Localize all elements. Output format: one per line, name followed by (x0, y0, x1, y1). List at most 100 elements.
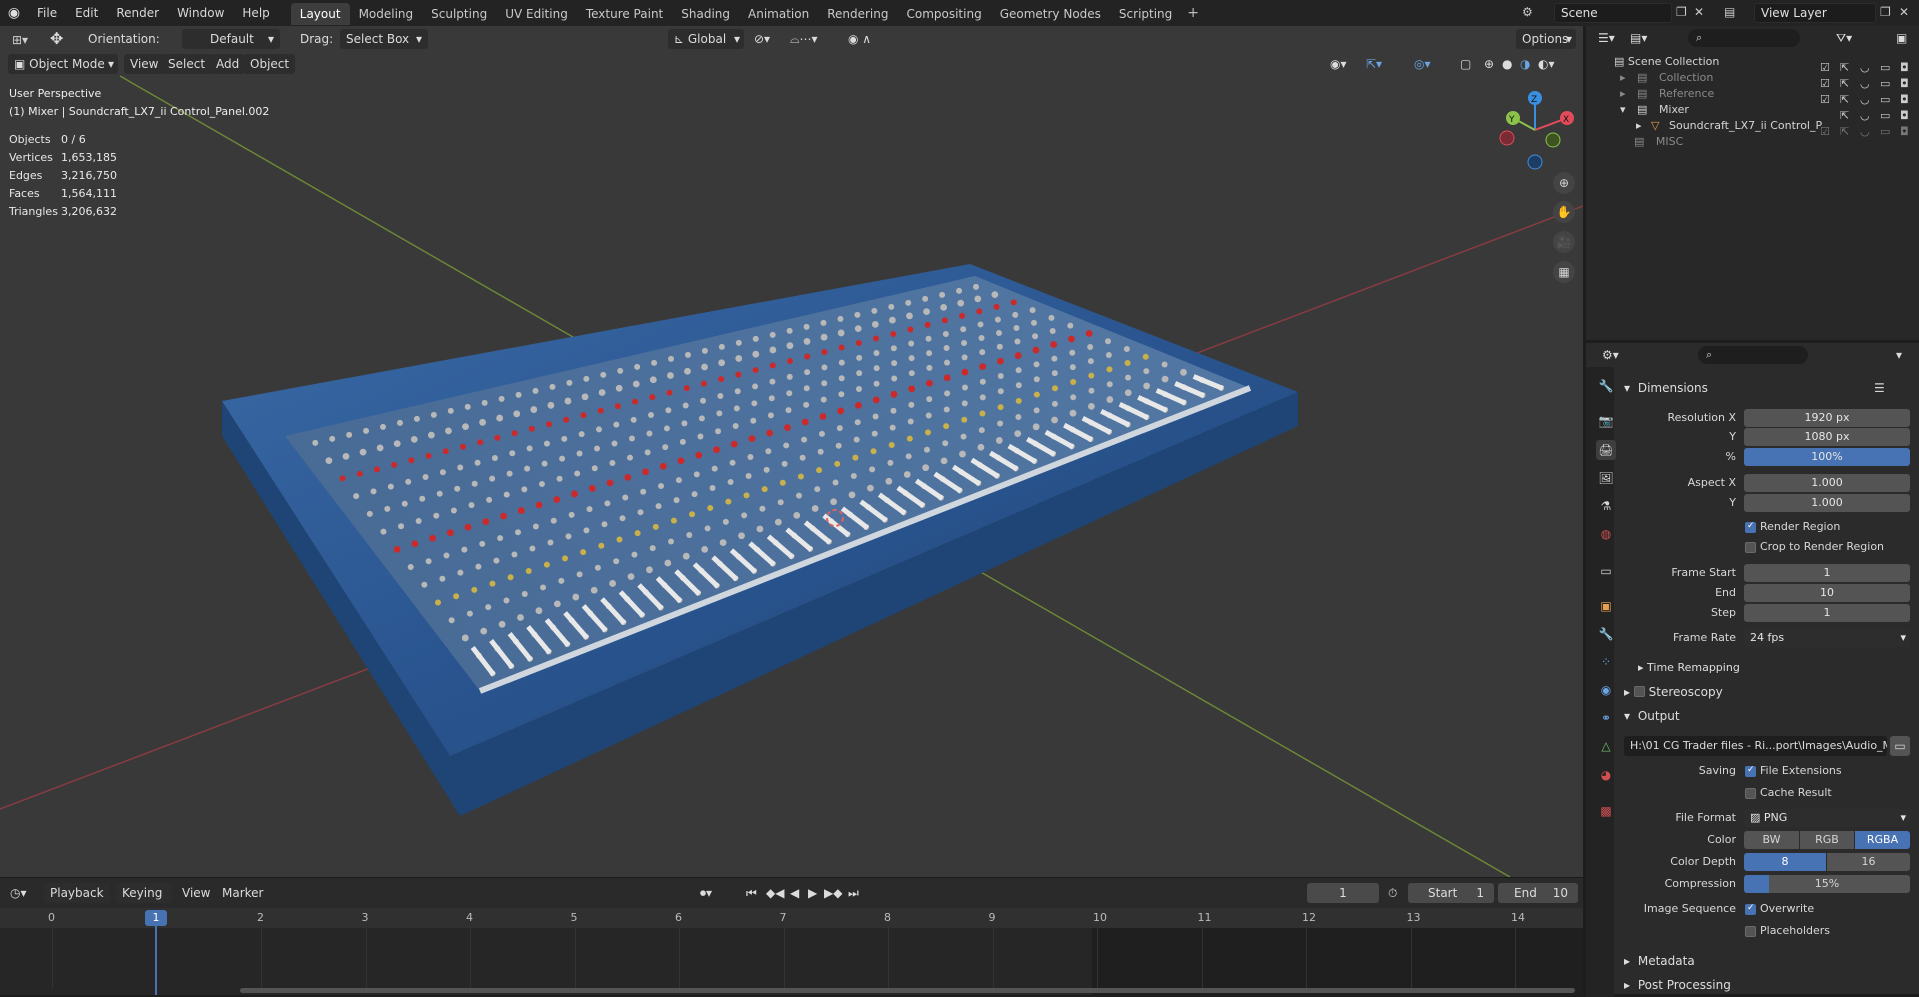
compression-slider[interactable]: 15% (1744, 875, 1910, 893)
output-header[interactable]: ▾ Output (1624, 709, 1680, 723)
jump-end-icon[interactable]: ⏭ (848, 883, 859, 903)
visibility-eye-icon[interactable]: ◡ (1860, 109, 1870, 122)
viewport-toggle-icon[interactable]: ▭ (1880, 109, 1890, 122)
selectable-icon[interactable]: ⇱ (1840, 61, 1849, 74)
new-collection-icon[interactable]: ▣ (1896, 28, 1907, 48)
blender-logo-icon[interactable]: ◉ (0, 5, 28, 21)
frame-rate-dropdown[interactable]: 24 fps ▾ (1744, 629, 1910, 647)
color-rgba-button[interactable]: RGBA (1855, 831, 1910, 849)
color-bw-button[interactable]: BW (1744, 831, 1799, 849)
visibility-eye-icon[interactable]: ◡ (1860, 125, 1870, 138)
expand-arrow-icon[interactable]: ▸ (1636, 119, 1642, 132)
play-reverse-icon[interactable]: ◀ (790, 883, 799, 903)
shading-material-icon[interactable]: ◑ (1520, 54, 1530, 74)
pivot-icon[interactable]: ⊘▾ (754, 29, 770, 49)
render-region-checkbox[interactable] (1745, 521, 1756, 533)
pan-hand-icon[interactable]: ✋ (1553, 201, 1575, 223)
constraints-tab-icon[interactable]: ⚭ (1596, 708, 1616, 728)
3d-viewport[interactable]: ⊞▾ ✥ Orientation: Default ▾ Drag: Select … (0, 26, 1583, 877)
camera-view-icon[interactable]: 🎥 (1553, 231, 1575, 253)
options-dropdown[interactable]: Options ▾ (1516, 29, 1576, 49)
tool-tab-icon[interactable]: 🔧 (1596, 376, 1616, 396)
snap-icon[interactable]: ⌓⋯▾ (790, 29, 818, 49)
playhead[interactable]: 1 (145, 910, 167, 926)
stereoscopy-checkbox[interactable] (1633, 686, 1645, 697)
scene-field[interactable]: Scene (1554, 3, 1672, 23)
delete-view-layer-icon[interactable]: ✕ (1899, 5, 1909, 19)
outliner-editor-icon[interactable]: ☰▾ (1598, 28, 1615, 48)
transform-tool-icon[interactable]: ✥ (50, 29, 63, 49)
menu-help[interactable]: Help (233, 0, 278, 26)
menu-add[interactable]: Add (210, 54, 246, 74)
frame-step-field[interactable]: 1 (1744, 604, 1910, 622)
overlay-toggle-icon[interactable]: ◎▾ (1414, 54, 1431, 74)
menu-file[interactable]: File (28, 0, 66, 26)
menu-window[interactable]: Window (168, 0, 233, 26)
depth-8-button[interactable]: 8 (1744, 853, 1826, 871)
transform-orientation-dropdown[interactable]: ⊾ Global ▾ (668, 29, 744, 49)
resolution-pct-field[interactable]: 100% (1744, 448, 1910, 466)
next-keyframe-icon[interactable]: ▶◆ (824, 883, 842, 903)
tab-sculpting[interactable]: Sculpting (422, 3, 496, 25)
keying-menu[interactable]: Keying ▾ (116, 883, 172, 920)
tab-geometry-nodes[interactable]: Geometry Nodes (991, 3, 1110, 25)
current-frame-field[interactable]: 1 (1307, 883, 1379, 903)
render-camera-icon[interactable]: ◘ (1900, 77, 1909, 90)
shading-rendered-icon[interactable]: ◐▾ (1538, 54, 1555, 74)
selectable-icon[interactable]: ⇱ (1840, 77, 1849, 90)
presets-list-icon[interactable]: ☰ (1874, 381, 1885, 395)
navigation-gizmo[interactable]: Z X Y (1495, 90, 1575, 170)
prev-keyframe-icon[interactable]: ◆◀ (766, 883, 784, 903)
orientation-dropdown[interactable]: Default ▾ (182, 29, 280, 49)
tab-layout[interactable]: Layout (290, 3, 350, 25)
properties-editor-icon[interactable]: ⚙▾ (1602, 345, 1619, 365)
properties-options-icon[interactable]: ▾ (1896, 345, 1902, 365)
tab-scripting[interactable]: Scripting (1110, 3, 1181, 25)
tab-rendering[interactable]: Rendering (818, 3, 897, 25)
frame-start-field[interactable]: 1 (1744, 564, 1910, 582)
data-tab-icon[interactable]: △ (1596, 736, 1616, 756)
play-icon[interactable]: ▶ (808, 883, 817, 903)
menu-edit[interactable]: Edit (66, 0, 107, 26)
menu-select[interactable]: Select (162, 54, 212, 74)
render-camera-icon[interactable]: ◘ (1900, 125, 1909, 138)
render-camera-icon[interactable]: ◘ (1900, 61, 1909, 74)
tab-shading[interactable]: Shading (672, 3, 739, 25)
drag-dropdown[interactable]: Select Box ▾ (340, 29, 428, 49)
outliner-search-input[interactable]: ⌕ (1688, 29, 1800, 47)
stereoscopy-header[interactable]: ▸ Stereoscopy (1624, 685, 1723, 699)
view-layer-field[interactable]: View Layer (1754, 3, 1876, 23)
editor-type-icon[interactable]: ⊞▾ (12, 30, 28, 50)
tab-uv-editing[interactable]: UV Editing (496, 3, 577, 25)
placeholders-checkbox[interactable] (1745, 926, 1756, 937)
zoom-icon[interactable]: ⊕ (1553, 172, 1575, 194)
menu-render[interactable]: Render (107, 0, 168, 26)
add-workspace-icon[interactable]: + (1187, 5, 1199, 21)
tab-texture-paint[interactable]: Texture Paint (577, 3, 672, 25)
output-path-field[interactable]: H:\01 CG Trader files - Ri...port\Images… (1624, 736, 1887, 756)
folder-browse-icon[interactable]: ▭ (1890, 736, 1910, 756)
cache-result-checkbox[interactable] (1745, 788, 1756, 799)
proportional-edit-icon[interactable]: ◉ ∧ (848, 29, 871, 49)
aspect-y-field[interactable]: 1.000 (1744, 494, 1910, 512)
selectable-icon[interactable]: ⇱ (1840, 93, 1849, 106)
depth-16-button[interactable]: 16 (1827, 853, 1910, 871)
visibility-eye-icon[interactable]: ◡ (1860, 61, 1870, 74)
dimensions-header[interactable]: ▾ Dimensions (1624, 381, 1708, 395)
timeline-scrollbar[interactable] (240, 988, 1575, 993)
overwrite-checkbox[interactable] (1745, 903, 1756, 915)
frame-end-field[interactable]: 10 (1744, 584, 1910, 602)
tab-compositing[interactable]: Compositing (897, 3, 990, 25)
scene-selector[interactable]: ⚙ Scene ❐ ✕ (1522, 3, 1712, 23)
timeline-editor-type-icon[interactable]: ◷▾ (10, 883, 27, 903)
selectable-icon[interactable]: ⇱ (1840, 109, 1849, 122)
shading-solid-icon[interactable]: ● (1502, 54, 1512, 74)
timeline-ruler[interactable] (0, 908, 1583, 928)
aspect-x-field[interactable]: 1.000 (1744, 474, 1910, 492)
tab-animation[interactable]: Animation (739, 3, 818, 25)
resolution-x-field[interactable]: 1920 px (1744, 409, 1910, 427)
menu-object[interactable]: Object (244, 54, 296, 74)
file-extensions-checkbox[interactable] (1745, 765, 1756, 777)
start-frame-field[interactable]: Start 1 (1408, 883, 1494, 903)
copy-scene-icon[interactable]: ❐ (1676, 5, 1687, 19)
